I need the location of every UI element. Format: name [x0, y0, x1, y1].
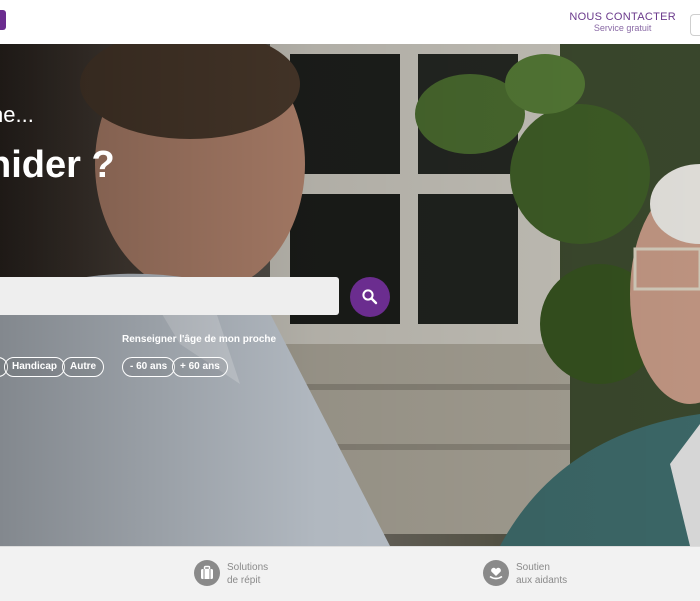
- contact-subtitle[interactable]: Service gratuit: [569, 23, 676, 34]
- suitcase-icon: [194, 560, 220, 586]
- site-logo[interactable]: [0, 10, 6, 30]
- contact-link[interactable]: NOUS CONTACTER Service gratuit: [569, 11, 676, 34]
- search-button[interactable]: [350, 277, 390, 317]
- site-header: NOUS CONTACTER Service gratuit: [0, 0, 700, 45]
- age-pill-under-60[interactable]: - 60 ans: [122, 357, 176, 377]
- feature-label[interactable]: Solutions de répit: [227, 561, 268, 587]
- feature-line2: de répit: [227, 575, 261, 586]
- feature-line2: aux aidants: [516, 575, 568, 586]
- search-icon: [362, 289, 378, 305]
- header-menu-button[interactable]: [690, 14, 700, 36]
- situation-pill-autre[interactable]: Autre: [62, 357, 105, 377]
- features-bar: Solutions de répit Soutien aux aidants: [0, 546, 700, 601]
- hero-title: nider ?: [0, 144, 115, 186]
- situation-pill-handicap[interactable]: Handicap: [4, 357, 66, 377]
- feature-label[interactable]: Soutien aux aidants: [516, 561, 567, 587]
- contact-title[interactable]: NOUS CONTACTER: [569, 11, 676, 23]
- heart-hand-icon: [483, 560, 509, 586]
- hero-subtitle: che...: [0, 102, 34, 127]
- hero-section: che... nider ? Renseigner l'âge de mon p…: [0, 44, 700, 546]
- age-label: Renseigner l'âge de mon proche: [122, 334, 277, 345]
- feature-line1: Solutions: [227, 562, 269, 573]
- feature-line1: Soutien: [516, 562, 550, 573]
- age-pill-over-60[interactable]: + 60 ans: [172, 357, 228, 377]
- search-input[interactable]: [0, 277, 339, 315]
